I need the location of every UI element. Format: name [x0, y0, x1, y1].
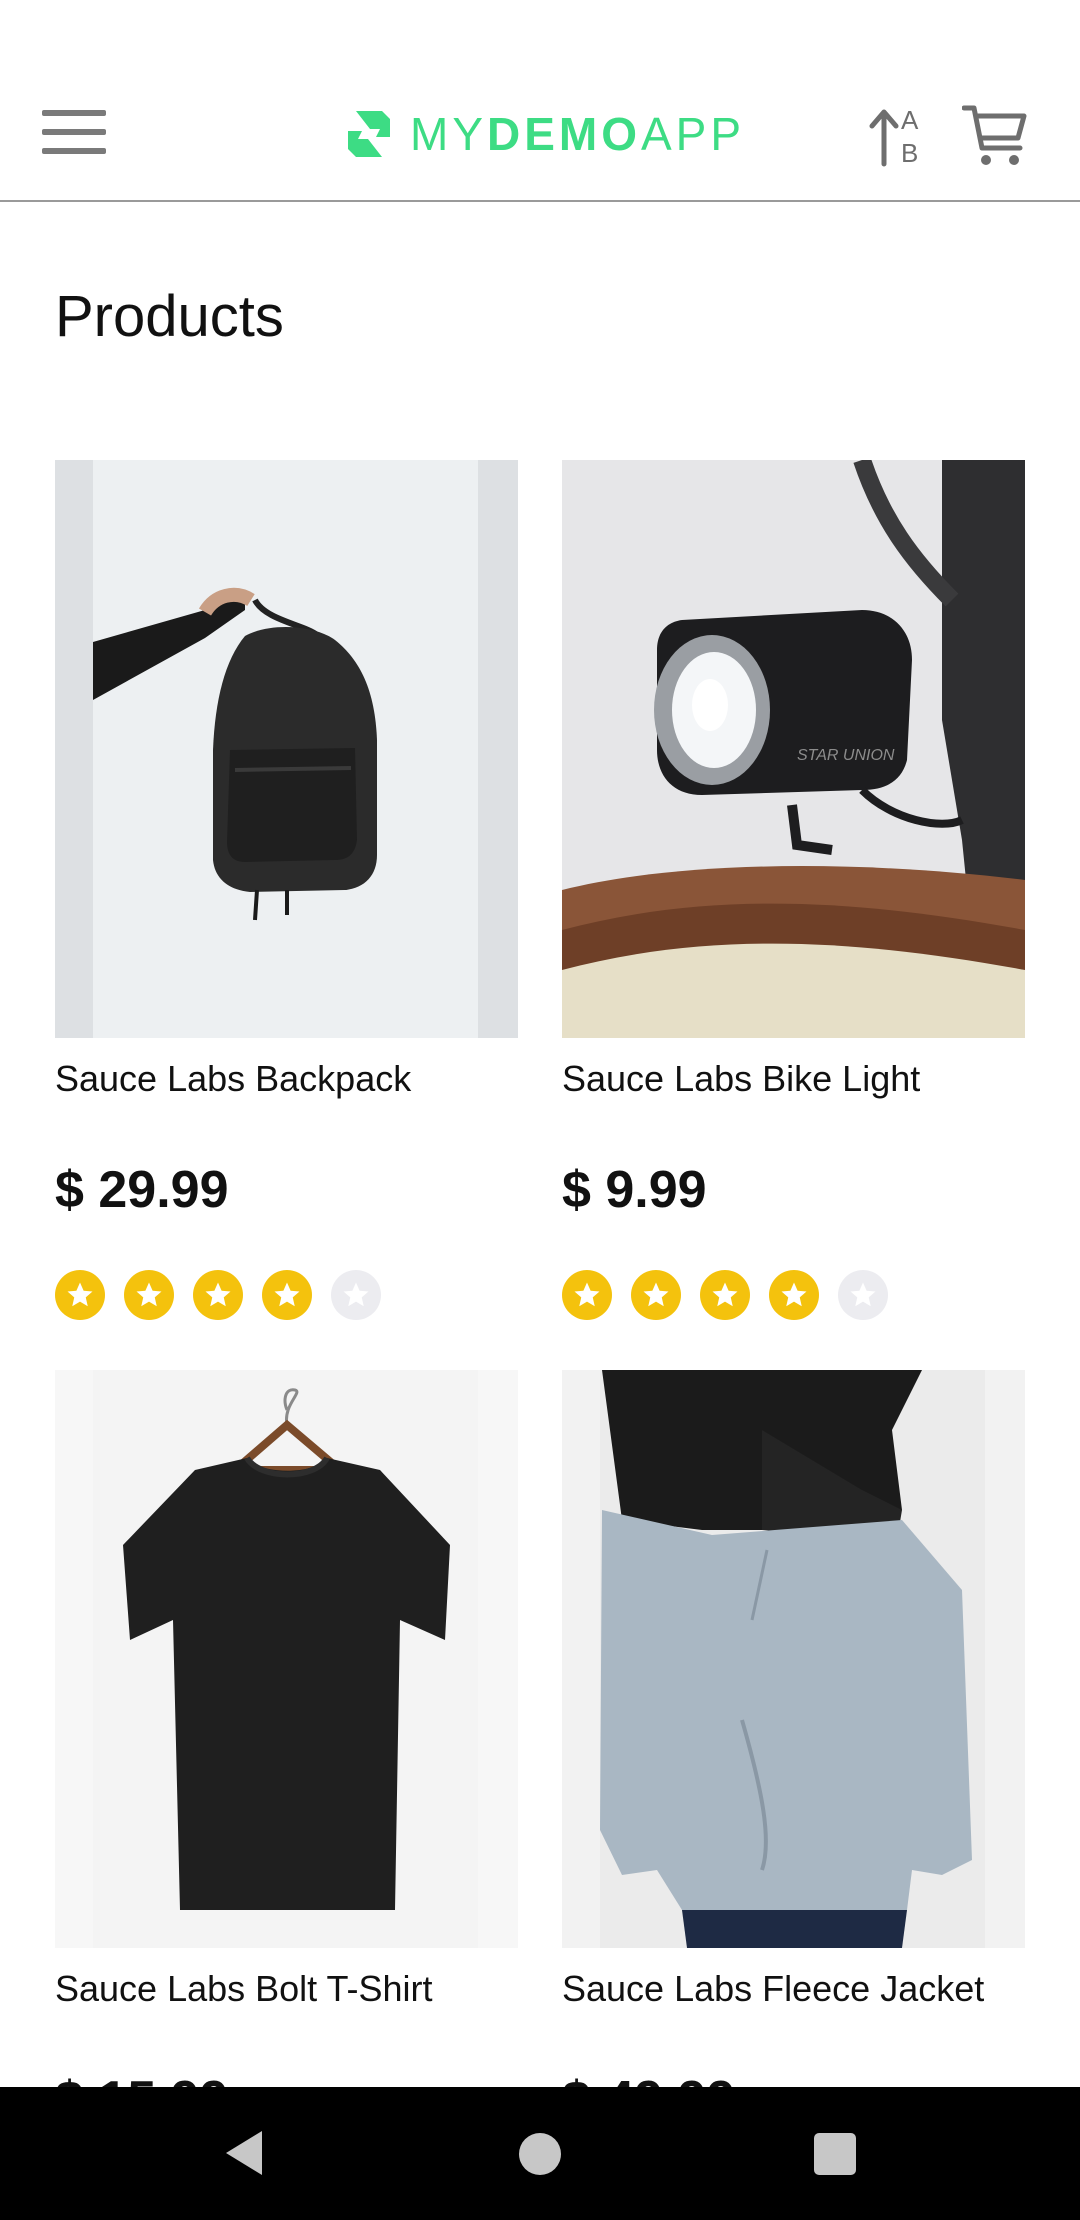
- bike-light-image: STAR UNION: [562, 460, 1025, 1038]
- svg-text:A: A: [901, 105, 919, 135]
- product-card[interactable]: Sauce Labs Backpack $ 29.99: [55, 460, 518, 1320]
- star-empty-icon[interactable]: [331, 1270, 381, 1320]
- product-price: $ 9.99: [562, 1161, 707, 1219]
- star-icon[interactable]: [55, 1270, 105, 1320]
- star-icon[interactable]: [700, 1270, 750, 1320]
- product-image[interactable]: [55, 1370, 518, 1948]
- svg-text:STAR UNION: STAR UNION: [797, 747, 895, 764]
- rating-stars[interactable]: [562, 1270, 907, 1320]
- product-image[interactable]: [55, 460, 518, 1038]
- app-logo: MYDEMOAPP: [342, 104, 745, 164]
- product-price: $ 29.99: [55, 1161, 229, 1219]
- product-card[interactable]: Sauce Labs Fleece Jacket $ 49.99: [562, 1370, 1025, 2129]
- product-image[interactable]: STAR UNION: [562, 460, 1025, 1038]
- star-icon[interactable]: [262, 1270, 312, 1320]
- star-icon[interactable]: [124, 1270, 174, 1320]
- product-card[interactable]: Sauce Labs Bolt T-Shirt $ 15.99: [55, 1370, 518, 2129]
- rating-stars[interactable]: [55, 1270, 400, 1320]
- menu-icon[interactable]: [42, 110, 106, 158]
- logo-mark-icon: [348, 111, 390, 157]
- star-icon[interactable]: [769, 1270, 819, 1320]
- fleece-jacket-image: [562, 1370, 1025, 1948]
- svg-text:B: B: [901, 138, 918, 168]
- cart-icon[interactable]: [962, 102, 1028, 168]
- star-icon[interactable]: [562, 1270, 612, 1320]
- product-card[interactable]: STAR UNION Sauce Labs Bike Light $ 9.99: [562, 460, 1025, 1320]
- star-icon[interactable]: [193, 1270, 243, 1320]
- product-name[interactable]: Sauce Labs Backpack: [55, 1058, 411, 1100]
- product-image[interactable]: [562, 1370, 1025, 1948]
- star-empty-icon[interactable]: [838, 1270, 888, 1320]
- page-title: Products: [55, 284, 284, 349]
- recents-icon[interactable]: [814, 2133, 856, 2175]
- sort-icon[interactable]: A B: [868, 104, 928, 168]
- system-navigation-bar: [0, 2087, 1080, 2220]
- app-header: MYDEMOAPP A B: [0, 0, 1080, 202]
- tshirt-image: [55, 1370, 518, 1948]
- home-icon[interactable]: [519, 2133, 561, 2175]
- backpack-image: [55, 460, 518, 1038]
- logo-text: MYDEMOAPP: [410, 108, 746, 160]
- back-icon[interactable]: [222, 2129, 264, 2177]
- star-icon[interactable]: [631, 1270, 681, 1320]
- product-name[interactable]: Sauce Labs Fleece Jacket: [562, 1968, 984, 2010]
- product-name[interactable]: Sauce Labs Bolt T-Shirt: [55, 1968, 433, 2010]
- product-name[interactable]: Sauce Labs Bike Light: [562, 1058, 920, 1100]
